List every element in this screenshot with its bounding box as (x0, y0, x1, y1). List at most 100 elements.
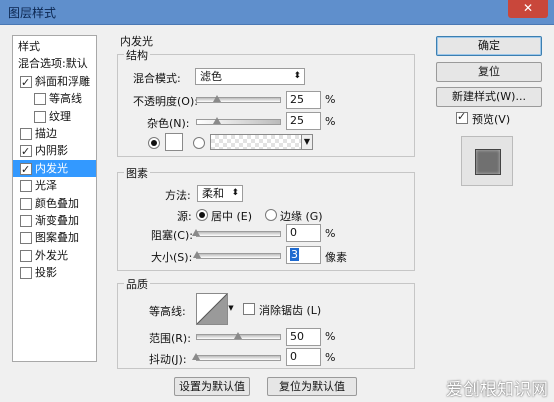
choke-slider-thumb[interactable] (192, 229, 200, 236)
opacity-input[interactable]: 25 (286, 91, 321, 109)
sidebar-item-checkbox[interactable] (34, 93, 46, 106)
sidebar-item[interactable]: 光泽 (13, 177, 96, 194)
opacity-label: 不透明度(O): (133, 95, 198, 108)
sidebar-item-label: 内阴影 (35, 144, 68, 158)
jitter-input[interactable]: 0 (286, 348, 321, 366)
method-select[interactable]: 柔和 (197, 185, 243, 202)
color-mode-radio[interactable] (148, 137, 160, 149)
contour-label: 等高线: (149, 305, 186, 318)
set-default-button[interactable]: 设置为默认值 (174, 377, 250, 396)
sidebar-item[interactable]: 渐变叠加 (13, 212, 96, 229)
sidebar-item-checkbox[interactable] (20, 74, 32, 91)
sidebar-item[interactable]: 描边 (13, 125, 96, 142)
jitter-unit: % (325, 351, 336, 364)
sidebar-item-checkbox[interactable] (20, 249, 32, 262)
size-label: 大小(S): (151, 251, 193, 264)
source-label: 源: (177, 210, 192, 223)
sidebar-item[interactable]: 投影 (13, 264, 96, 281)
range-unit: % (325, 330, 336, 343)
size-input-value: 3 (290, 248, 299, 261)
opacity-unit: % (325, 93, 336, 106)
choke-slider[interactable] (196, 231, 281, 237)
sidebar-item-label: 样式 (18, 40, 40, 53)
choke-input[interactable]: 0 (286, 224, 321, 242)
choke-label: 阻塞(C): (151, 229, 193, 242)
source-center-radio[interactable] (196, 209, 208, 221)
noise-input[interactable]: 25 (286, 112, 321, 130)
sidebar-item-label: 等高线 (49, 92, 82, 106)
sidebar-item[interactable]: 等高线 (13, 90, 96, 107)
sidebar-item-checkbox[interactable] (20, 267, 32, 280)
blend-mode-label: 混合模式: (133, 72, 181, 85)
sidebar-item-checkbox[interactable] (20, 215, 32, 227)
ok-button[interactable]: 确定 (436, 36, 542, 56)
noise-label: 杂色(N): (147, 117, 190, 130)
sidebar-item-checkbox[interactable] (34, 110, 46, 123)
jitter-slider-thumb[interactable] (192, 353, 200, 360)
size-input[interactable]: 3 (286, 246, 321, 264)
glow-color-swatch[interactable] (165, 133, 183, 151)
range-input[interactable]: 50 (286, 328, 321, 346)
sidebar-item-label: 内发光 (35, 161, 68, 175)
size-slider-thumb[interactable] (192, 251, 201, 258)
watermark-text: 爱创根知识网 (446, 380, 548, 400)
opacity-slider-thumb[interactable] (212, 95, 221, 102)
sidebar-item[interactable]: 样式 (13, 38, 96, 55)
sidebar-item[interactable]: 内发光 (13, 159, 96, 178)
antialias-checkbox[interactable] (243, 303, 255, 315)
sidebar-item-checkbox[interactable] (20, 143, 32, 160)
blend-mode-select[interactable]: 滤色 (195, 68, 305, 85)
gradient-mode-radio[interactable] (193, 137, 205, 149)
sidebar-item[interactable]: 斜面和浮雕 (13, 73, 96, 91)
source-edge-radio[interactable] (265, 209, 277, 221)
opacity-slider[interactable] (196, 97, 281, 103)
jitter-slider[interactable] (196, 355, 281, 361)
preview-label: 预览(V) (472, 113, 511, 126)
sidebar-item-checkbox[interactable] (20, 161, 32, 178)
sidebar-item-label: 渐变叠加 (35, 214, 79, 227)
sidebar-item-label: 纹理 (49, 109, 71, 123)
sidebar-item-label: 投影 (35, 266, 57, 280)
noise-slider[interactable] (196, 119, 281, 125)
antialias-label: 消除锯齿 (L) (259, 304, 322, 317)
range-slider-thumb[interactable] (233, 332, 242, 339)
sidebar-item-checkbox[interactable] (20, 232, 32, 245)
sidebar-item[interactable]: 颜色叠加 (13, 195, 96, 212)
gradient-swatch[interactable] (210, 134, 302, 150)
source-edge-label: 边缘 (G) (280, 210, 323, 223)
preview-checkbox[interactable] (456, 110, 468, 124)
preview-swatch (475, 149, 501, 175)
sidebar-item-checkbox[interactable] (20, 128, 32, 140)
method-label: 方法: (165, 189, 191, 202)
style-list: 样式混合选项:默认斜面和浮雕等高线纹理描边内阴影内发光光泽颜色叠加渐变叠加图案叠… (12, 35, 97, 362)
contour-curve-icon (196, 293, 228, 325)
sidebar-item-label: 光泽 (35, 179, 57, 193)
sidebar-item-label: 斜面和浮雕 (35, 74, 90, 88)
gradient-dropdown-icon[interactable]: ▼ (301, 134, 313, 150)
noise-slider-thumb[interactable] (212, 117, 221, 124)
reset-button[interactable]: 复位 (436, 62, 542, 82)
elements-title: 图素 (124, 165, 150, 181)
preview-box (461, 136, 513, 186)
sidebar-item[interactable]: 混合选项:默认 (13, 55, 96, 72)
contour-thumbnail[interactable] (196, 293, 228, 325)
sidebar-item[interactable]: 图案叠加 (13, 229, 96, 246)
close-button[interactable]: ✕ (508, 0, 548, 18)
sidebar-item[interactable]: 内阴影 (13, 142, 96, 160)
sidebar-item-checkbox[interactable] (20, 197, 32, 210)
sidebar-item-label: 图案叠加 (35, 231, 79, 245)
reset-default-button[interactable]: 复位为默认值 (267, 377, 357, 396)
sidebar-item[interactable]: 纹理 (13, 108, 96, 125)
new-style-button[interactable]: 新建样式(W)... (436, 87, 542, 107)
choke-unit: % (325, 227, 336, 240)
jitter-label: 抖动(J): (149, 353, 187, 366)
sidebar-item[interactable]: 外发光 (13, 247, 96, 264)
quality-title: 品质 (124, 276, 150, 292)
sidebar-item-checkbox[interactable] (20, 180, 32, 193)
size-slider[interactable] (196, 253, 281, 259)
structure-title: 结构 (124, 47, 150, 63)
contour-dropdown-icon[interactable]: ▼ (227, 293, 235, 323)
sidebar-item-label: 外发光 (35, 248, 68, 262)
source-center-label: 居中 (E) (211, 210, 253, 223)
title-bar (0, 0, 554, 25)
